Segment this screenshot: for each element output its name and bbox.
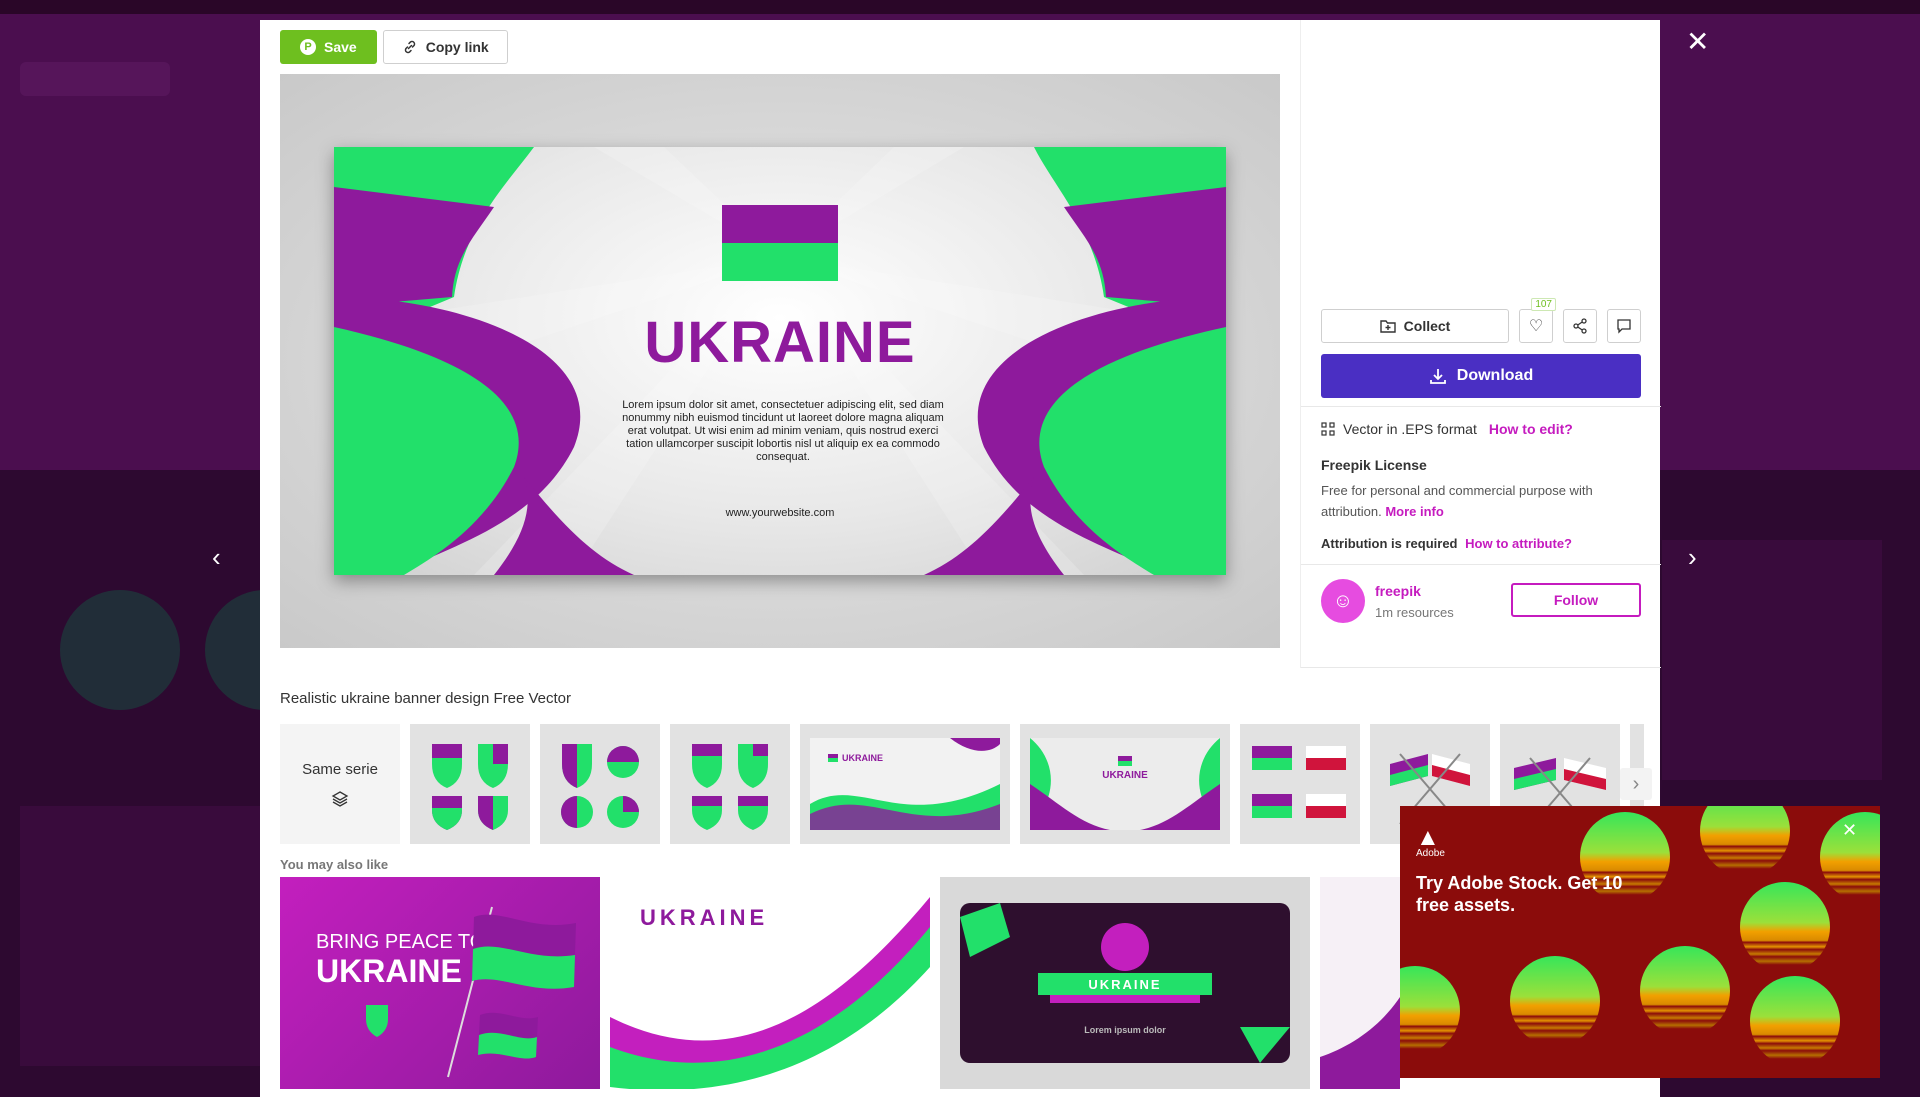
comment-button[interactable] <box>1607 309 1641 343</box>
how-to-edit-link[interactable]: How to edit? <box>1489 421 1573 437</box>
attribution-row: Attribution is required How to attribute… <box>1321 536 1572 551</box>
svg-text:UKRAINE: UKRAINE <box>842 753 883 763</box>
collect-label: Collect <box>1403 318 1451 334</box>
copy-link-label: Copy link <box>425 39 489 55</box>
ad-decoration <box>1640 946 1730 1036</box>
heart-icon: ♡ <box>1528 318 1544 335</box>
ad-headline: Try Adobe Stock. Get 10 free assets. <box>1416 873 1623 915</box>
banner-thumbnail: UKRAINE <box>810 738 1000 830</box>
format-row: Vector in .EPS format How to edit? <box>1321 421 1573 437</box>
more-info-link[interactable]: More info <box>1385 504 1444 519</box>
how-to-attribute-link[interactable]: How to attribute? <box>1465 536 1572 551</box>
recommendation-card-4[interactable] <box>1320 877 1400 1089</box>
shield-thumbnail <box>432 744 508 830</box>
ad-decoration <box>1700 806 1790 876</box>
follow-button[interactable]: Follow <box>1511 583 1641 617</box>
ad-decoration <box>1750 976 1840 1066</box>
divider <box>1301 406 1661 407</box>
next-arrow-icon[interactable]: › <box>1688 544 1697 570</box>
series-thumb-shields-3[interactable] <box>670 724 790 844</box>
recommendation-card-3[interactable]: UKRAINE Lorem ipsum dolor <box>940 877 1310 1089</box>
divider <box>1301 564 1661 565</box>
pinterest-icon: P <box>300 39 316 55</box>
save-button[interactable]: P Save <box>280 30 377 64</box>
backdrop-thumb <box>60 590 180 710</box>
right-panel: Collect ♡ 107 Download Vector in .EPS fo… <box>1300 20 1661 668</box>
rec2-ribbon-graphic <box>610 897 930 1089</box>
same-serie-label: Same serie <box>302 760 378 778</box>
same-serie-card[interactable]: Same serie <box>280 724 400 844</box>
author-avatar: ☺ <box>1321 579 1365 623</box>
author-name[interactable]: freepik <box>1375 583 1454 599</box>
flags-thumbnail <box>1252 746 1346 818</box>
top-actions: P Save Copy link <box>280 30 508 64</box>
download-icon <box>1429 369 1446 384</box>
series-thumb-shields-1[interactable] <box>410 724 530 844</box>
rec4-partial-graphic <box>1320 997 1400 1089</box>
save-label: Save <box>324 39 357 55</box>
divider <box>1301 667 1661 668</box>
download-button[interactable]: Download <box>1321 354 1641 398</box>
license-description: Free for personal and commercial purpose… <box>1321 480 1621 522</box>
backdrop-logo <box>20 62 170 96</box>
author-block[interactable]: ☺ freepik 1m resources <box>1321 579 1454 623</box>
license-title: Freepik License <box>1321 457 1427 473</box>
backdrop-card <box>20 806 260 1066</box>
folder-plus-icon <box>1379 320 1396 333</box>
license-desc-text: Free for personal and commercial purpose… <box>1321 483 1593 519</box>
shield-thumbnail <box>692 744 768 830</box>
close-modal-icon[interactable]: ✕ <box>1686 28 1709 56</box>
adobe-stock-ad[interactable]: ▲ Adobe Try Adobe Stock. Get 10 free ass… <box>1400 806 1880 1078</box>
layers-icon <box>331 790 349 807</box>
recommendation-card-2[interactable]: UKRAINE <box>610 877 930 1089</box>
backdrop-header <box>0 0 1920 14</box>
adobe-brand: Adobe <box>1416 848 1445 859</box>
ad-decoration <box>1740 882 1830 972</box>
rec1-flags-graphic <box>366 906 576 1078</box>
like-button[interactable]: ♡ 107 <box>1519 298 1556 343</box>
image-preview[interactable]: UKRAINE Lorem ipsum dolor sit amet, cons… <box>280 74 1280 648</box>
series-thumb-shields-2[interactable] <box>540 724 660 844</box>
series-next-icon[interactable]: › <box>1620 768 1652 800</box>
share-button[interactable] <box>1563 309 1597 343</box>
banner-title: UKRAINE <box>644 310 916 375</box>
vector-icon <box>1321 422 1335 436</box>
previous-arrow-icon[interactable]: ‹ <box>212 544 221 570</box>
attribution-text: Attribution is required <box>1321 536 1458 551</box>
rec3-subtitle: Lorem ipsum dolor <box>1084 1025 1166 1035</box>
series-thumb-flags-1[interactable] <box>1240 724 1360 844</box>
you-may-also-like-heading: You may also like <box>280 857 389 872</box>
author-resources: 1m resources <box>1375 604 1454 620</box>
asset-title: Realistic ukraine banner design Free Vec… <box>280 690 571 707</box>
backdrop-card <box>1662 540 1882 780</box>
shield-thumbnail <box>561 744 639 828</box>
action-row: Collect ♡ 107 <box>1321 298 1641 343</box>
recommendation-card-1[interactable]: BRING PEACE TO UKRAINE <box>280 877 600 1089</box>
collect-button[interactable]: Collect <box>1321 309 1509 343</box>
ad-decoration <box>1510 956 1600 1046</box>
download-label: Download <box>1456 367 1534 384</box>
ad-close-icon[interactable]: ✕ <box>1842 820 1857 841</box>
like-count: 107 <box>1531 298 1556 311</box>
banner-url: www.yourwebsite.com <box>725 507 835 519</box>
series-thumb-banner-2[interactable]: UKRAINE <box>1020 724 1230 844</box>
banner-flag <box>722 205 838 281</box>
copy-link-button[interactable]: Copy link <box>382 30 508 64</box>
rec3-title: UKRAINE <box>1088 977 1162 992</box>
series-thumb-banner-1[interactable]: UKRAINE <box>800 724 1010 844</box>
svg-text:UKRAINE: UKRAINE <box>1102 770 1148 781</box>
banner-body-text: Lorem ipsum dolor sit amet, consectetuer… <box>622 399 944 463</box>
banner-thumbnail: UKRAINE <box>1030 738 1220 830</box>
comment-icon <box>1617 319 1631 334</box>
banner-image: UKRAINE Lorem ipsum dolor sit amet, cons… <box>334 147 1226 575</box>
link-icon <box>404 40 415 54</box>
share-icon <box>1573 318 1587 334</box>
ad-decoration <box>1400 966 1460 1056</box>
format-text: Vector in .EPS format <box>1343 421 1477 437</box>
